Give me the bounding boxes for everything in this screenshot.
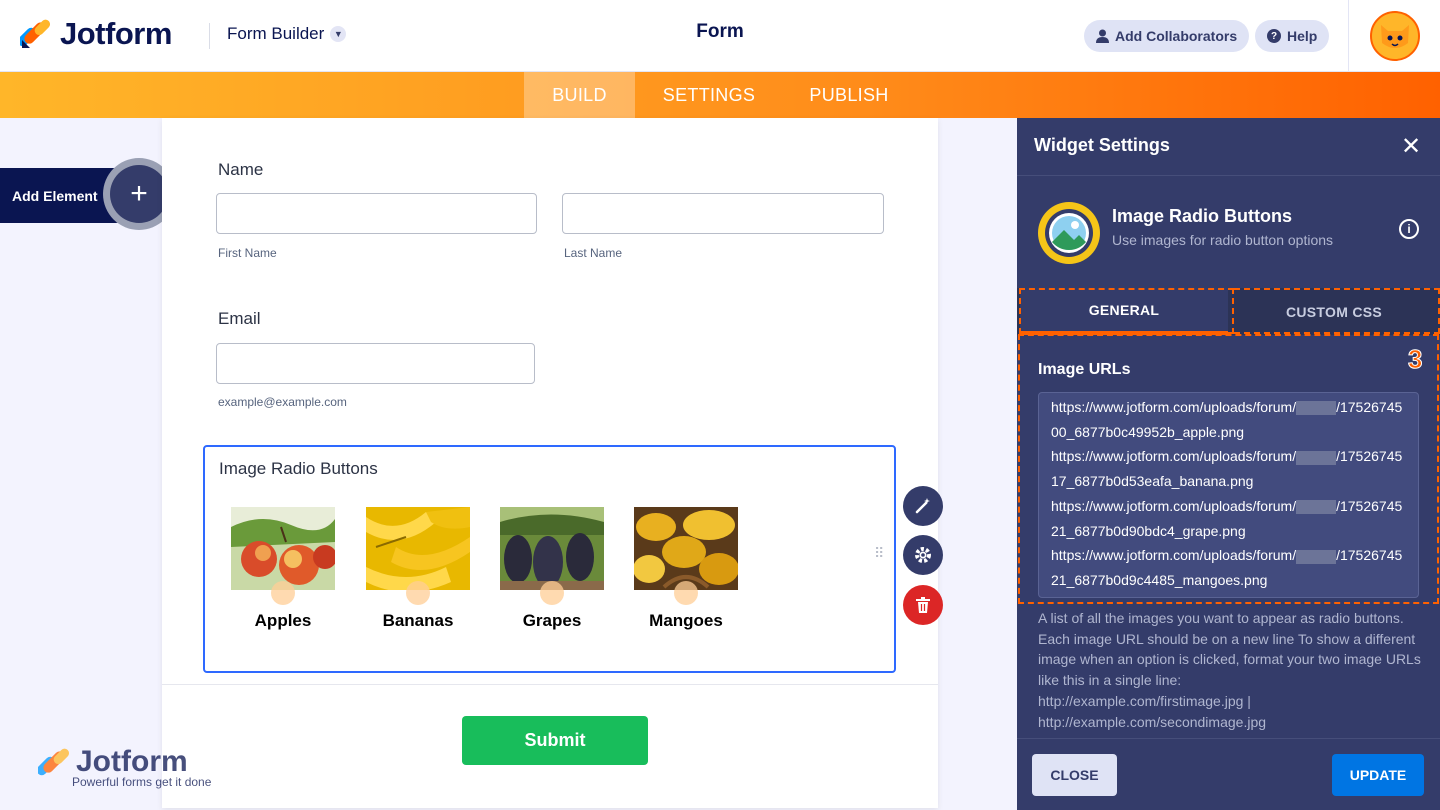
form-builder-menu[interactable]: Form Builder ▼: [227, 24, 347, 44]
help-example-1: http://example.com/firstimage.jpg |: [1038, 692, 1251, 709]
image-urls-help: A list of all the images you want to app…: [1038, 608, 1428, 732]
magic-wand-button[interactable]: [903, 486, 943, 526]
cat-avatar-icon: [1381, 25, 1409, 48]
builder-nav-bar: BUILD SETTINGS PUBLISH: [0, 72, 1440, 118]
widget-name: Image Radio Buttons: [1112, 206, 1293, 226]
add-element-button[interactable]: Add Element: [0, 168, 120, 223]
url-line: https://www.jotform.com/uploads/forum//1…: [1051, 399, 1403, 440]
panel-footer: CLOSE UPDATE: [1017, 738, 1440, 810]
avatar-area: [1348, 0, 1440, 72]
first-name-sublabel: First Name: [218, 246, 277, 260]
plus-icon: +: [110, 165, 168, 223]
option-label-apples: Apples: [254, 611, 312, 630]
image-radio-label: Image Radio Buttons: [219, 459, 378, 478]
brand-name: Jotform: [60, 16, 172, 51]
banana-image: [366, 507, 470, 590]
top-bar: Jotform Form Builder ▼ Form Add Collabor…: [0, 0, 1440, 72]
form-divider: [162, 684, 938, 685]
email-input[interactable]: [216, 343, 535, 384]
delete-field-button[interactable]: [903, 585, 943, 625]
tab-publish[interactable]: PUBLISH: [790, 72, 908, 118]
help-text: A list of all the images you want to app…: [1038, 610, 1421, 689]
option-label-mangoes: Mangoes: [649, 611, 723, 630]
jotform-logo-icon: [20, 19, 50, 48]
redacted-block: [1296, 500, 1337, 515]
option-mangoes[interactable]: Mangoes: [634, 507, 738, 630]
jotform-logo[interactable]: Jotform: [20, 16, 172, 52]
apple-image: [231, 507, 335, 590]
option-bananas[interactable]: Bananas: [366, 507, 470, 630]
watermark-brand: Jotform: [76, 745, 188, 778]
help-example-2: http://example.com/secondimage.jpg: [1038, 713, 1267, 730]
highlight-general-tab: [1019, 288, 1234, 334]
url-line: https://www.jotform.com/uploads/forum//1…: [1051, 497, 1403, 539]
submit-button[interactable]: Submit: [462, 716, 648, 765]
email-label: Email: [218, 309, 261, 328]
watermark-tagline: Powerful forms get it done: [72, 775, 212, 789]
field-settings-button[interactable]: [903, 535, 943, 575]
tab-settings[interactable]: SETTINGS: [644, 72, 774, 118]
info-icon[interactable]: i: [1399, 219, 1419, 239]
highlight-css-tab: [1234, 288, 1440, 334]
help-label: Help: [1287, 28, 1318, 44]
mango-image: [634, 507, 738, 590]
add-collaborators-button[interactable]: Add Collaborators: [1084, 20, 1250, 52]
header-divider: [209, 23, 210, 49]
add-element-label: Add Element: [12, 187, 98, 204]
question-icon: ?: [1267, 29, 1281, 43]
radio-apples[interactable]: [271, 581, 295, 605]
radio-bananas[interactable]: [406, 581, 430, 605]
last-name-sublabel: Last Name: [564, 246, 623, 260]
image-radio-field[interactable]: Image Radio Buttons Apples Bananas Grape…: [203, 445, 896, 673]
gear-icon: [915, 547, 931, 563]
help-button[interactable]: ? Help: [1255, 20, 1330, 52]
widget-description: Use images for radio button options: [1112, 232, 1334, 248]
image-urls-textarea[interactable]: https://www.jotform.com/uploads/forum//1…: [1038, 392, 1419, 598]
step-annotation: 3: [1407, 344, 1423, 375]
widget-settings-panel: Widget Settings ✕ Image Radio Buttons Us…: [1017, 118, 1440, 810]
image-urls-label: Image URLs: [1038, 361, 1131, 378]
radio-mangoes[interactable]: [674, 581, 698, 605]
tab-build[interactable]: BUILD: [524, 72, 635, 118]
magic-wand-icon: [915, 498, 930, 514]
panel-header: Widget Settings ✕: [1017, 118, 1440, 176]
image-icon: [1045, 209, 1093, 257]
redacted-block: [1296, 450, 1337, 465]
redacted-block: [1296, 401, 1337, 416]
option-grapes[interactable]: Grapes: [500, 507, 604, 630]
avatar[interactable]: [1370, 11, 1420, 61]
last-name-input[interactable]: [562, 193, 884, 234]
redacted-block: [1296, 549, 1337, 564]
grape-image: [500, 507, 604, 590]
form-builder-label: Form Builder: [227, 24, 325, 43]
drag-handle-icon[interactable]: ⠿: [874, 546, 886, 568]
widget-icon: [1038, 202, 1100, 264]
url-line: https://www.jotform.com/uploads/forum//1…: [1051, 448, 1403, 490]
form-canvas: Name First Name Last Name Email example@…: [162, 118, 938, 808]
first-name-input[interactable]: [216, 193, 537, 234]
trash-icon: [916, 597, 930, 613]
radio-grapes[interactable]: [540, 581, 564, 605]
option-label-bananas: Bananas: [382, 611, 454, 630]
watermark-logo-icon: [38, 748, 70, 776]
panel-title: Widget Settings: [1034, 135, 1170, 155]
chevron-down-icon: ▼: [330, 26, 347, 42]
email-sublabel: example@example.com: [218, 395, 347, 409]
add-collaborators-label: Add Collaborators: [1115, 28, 1238, 44]
close-button[interactable]: CLOSE: [1032, 754, 1117, 796]
option-apples[interactable]: Apples: [231, 507, 335, 630]
update-button[interactable]: UPDATE: [1332, 754, 1424, 796]
url-line: https://www.jotform.com/uploads/forum//1…: [1051, 547, 1403, 588]
user-icon: [1096, 29, 1109, 43]
option-label-grapes: Grapes: [522, 611, 582, 630]
name-label: Name: [218, 160, 264, 179]
close-icon[interactable]: ✕: [1401, 132, 1421, 161]
